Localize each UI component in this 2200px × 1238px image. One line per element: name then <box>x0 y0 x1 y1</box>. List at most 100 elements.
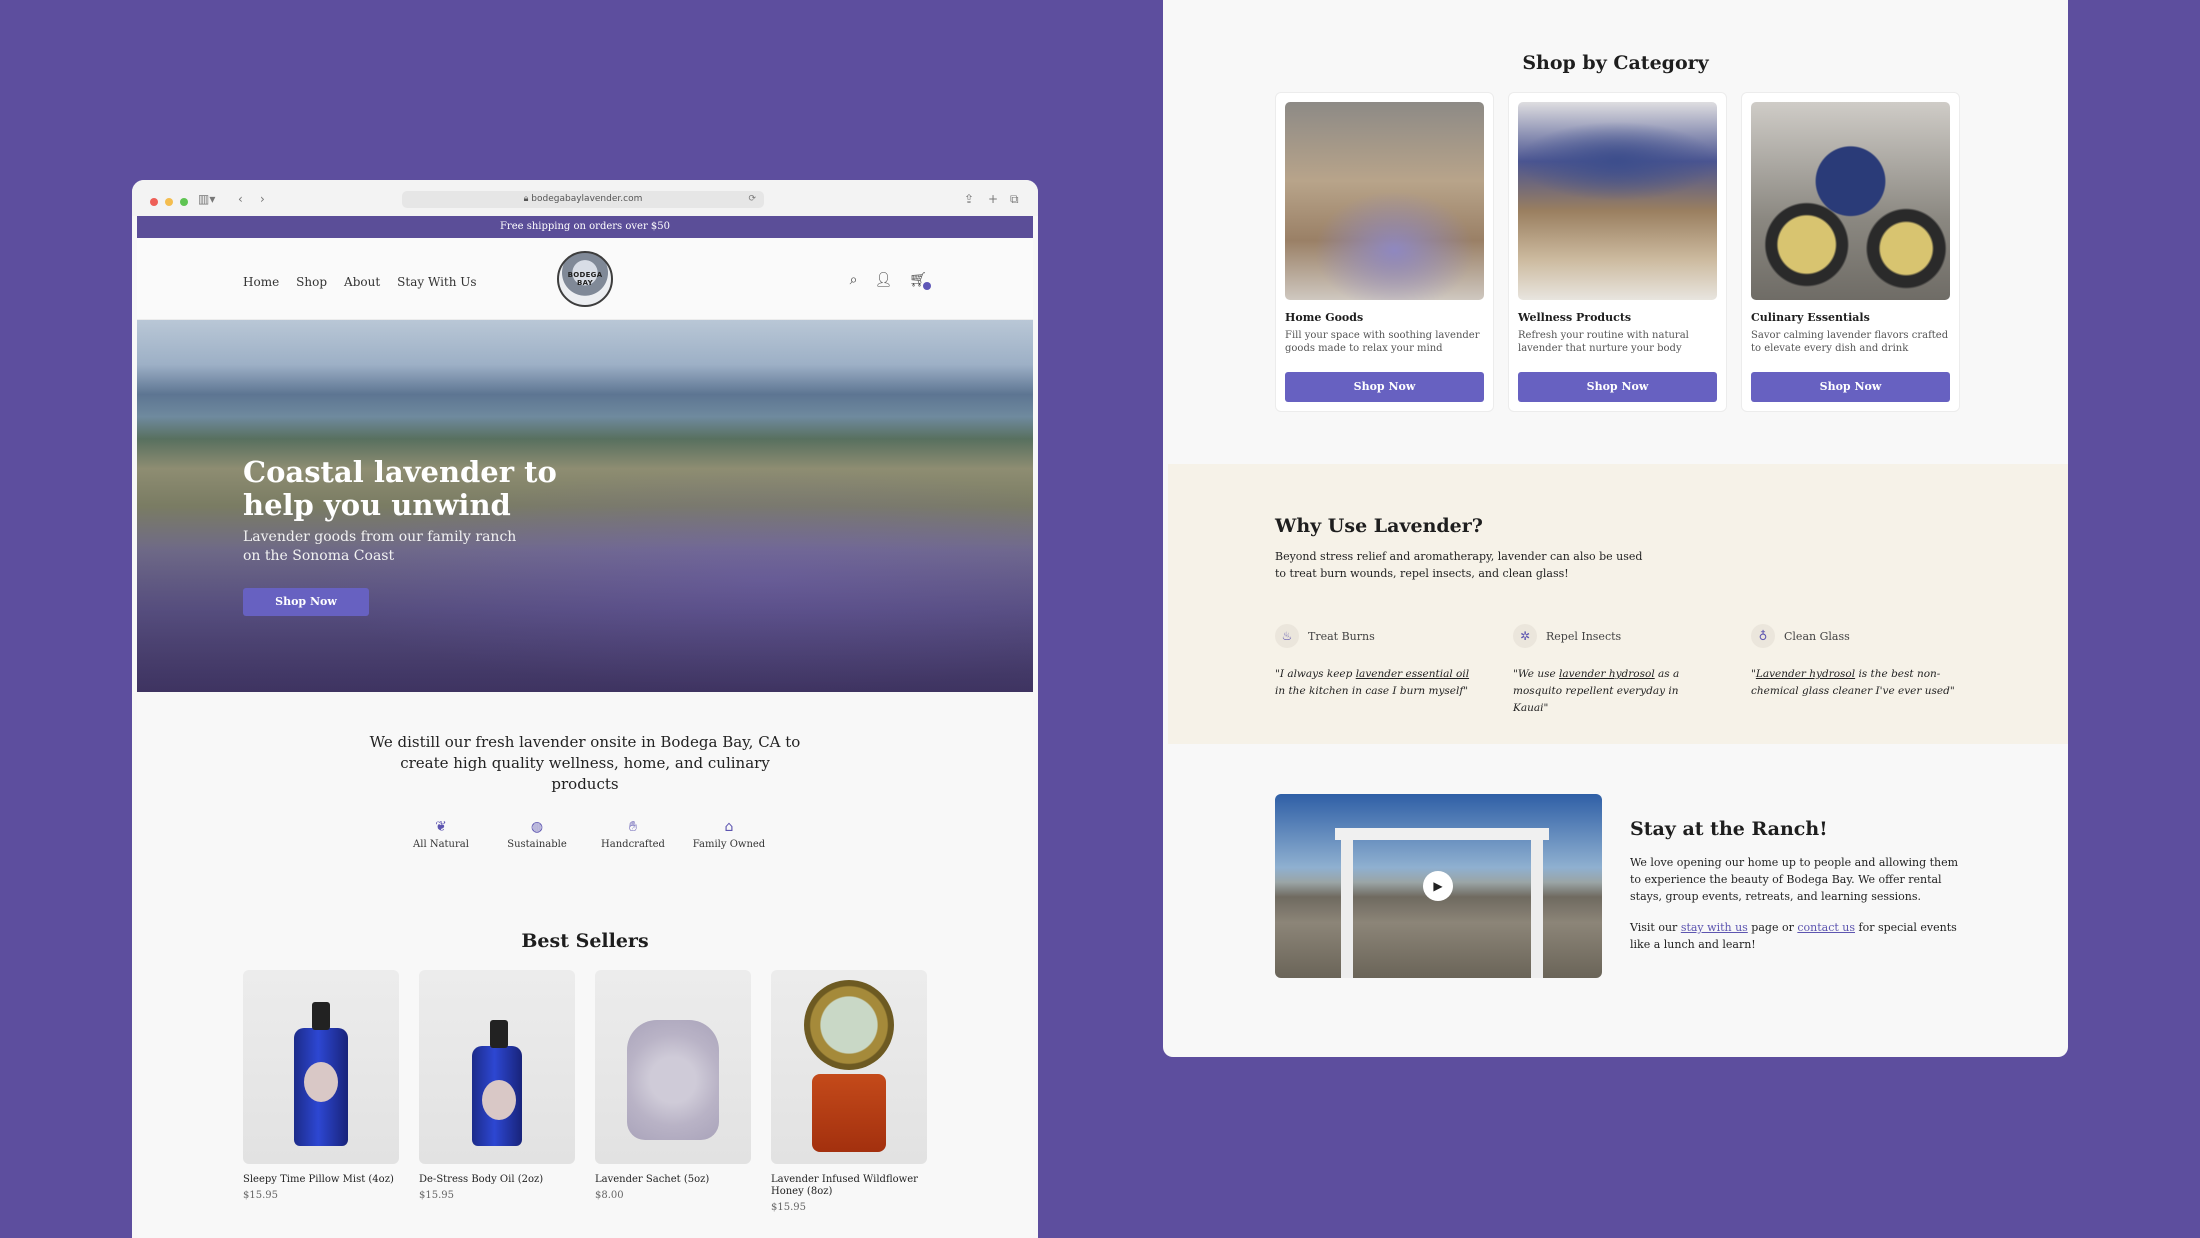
announcement-bar: Free shipping on orders over $50 <box>137 216 1033 238</box>
hero-shop-now-button[interactable]: Shop Now <box>243 588 369 616</box>
nav-link-shop[interactable]: Shop <box>296 275 327 289</box>
category-name: Wellness Products <box>1518 311 1632 324</box>
category-description: Fill your space with soothing lavender g… <box>1285 330 1480 354</box>
reload-icon[interactable]: ⟳ <box>748 191 756 208</box>
zoom-window-button[interactable] <box>180 198 188 206</box>
category-grid: Home Goods Fill your space with soothing… <box>1275 92 1960 412</box>
address-bar[interactable]: 🔒︎ bodegabaylavender.com ⟳ <box>402 191 764 208</box>
use-heading: ♁ Clean Glass <box>1751 624 1955 648</box>
shop-now-button[interactable]: Shop Now <box>1285 372 1484 402</box>
nav-link-about[interactable]: About <box>344 275 380 289</box>
use-quote: "We use lavender hydrosol as a mosquito … <box>1513 666 1717 717</box>
product-name[interactable]: Lavender Infused Wildflower Honey (8oz) <box>771 1174 927 1198</box>
logo-text: BODEGA BAY <box>567 271 603 287</box>
video-thumbnail <box>1335 828 1549 978</box>
shop-now-button[interactable]: Shop Now <box>1518 372 1717 402</box>
contact-us-link[interactable]: contact us <box>1797 921 1855 934</box>
back-icon[interactable]: ‹ <box>238 192 243 206</box>
feature-item: ✋︎ Handcrafted <box>601 817 665 850</box>
product-image[interactable] <box>595 970 751 1164</box>
category-name: Culinary Essentials <box>1751 311 1870 324</box>
feature-item: ❦ All Natural <box>413 817 469 850</box>
ranch-video[interactable]: ▶ <box>1275 794 1602 978</box>
product-card[interactable]: Sleepy Time Pillow Mist (4oz) $15.95 <box>243 970 399 1213</box>
feature-label: All Natural <box>413 839 469 850</box>
category-image[interactable] <box>1518 102 1717 300</box>
feature-item: ⌂ Family Owned <box>693 817 765 850</box>
product-name[interactable]: Lavender Sachet (5oz) <box>595 1174 751 1186</box>
leaf-icon: ❦ <box>435 819 447 835</box>
feature-item: ◍ Sustainable <box>507 817 567 850</box>
minimize-window-button[interactable] <box>165 198 173 206</box>
feature-list: ❦ All Natural ◍ Sustainable ✋︎ Handcraft… <box>137 817 1033 850</box>
feature-label: Family Owned <box>692 839 766 850</box>
account-icon[interactable]: 👤︎ <box>874 272 892 288</box>
url-text: bodegabaylavender.com <box>531 194 643 204</box>
shop-now-button[interactable]: Shop Now <box>1751 372 1950 402</box>
sidebar-toggle-icon[interactable]: ▥▾ <box>198 192 215 206</box>
category-image[interactable] <box>1285 102 1484 300</box>
hero-subtitle: Lavender goods from our family ranch on … <box>243 529 517 564</box>
house-icon: ⌂ <box>724 819 734 835</box>
bug-icon: ✲ <box>1513 624 1537 648</box>
product-link[interactable]: lavender essential oil <box>1356 668 1469 680</box>
hero-banner: Coastal lavender to help you unwind Lave… <box>137 320 1033 692</box>
glass-icon: ♁ <box>1751 624 1775 648</box>
nav-link-stay[interactable]: Stay With Us <box>397 275 476 289</box>
shop-by-category-title: Shop by Category <box>1522 52 1709 74</box>
nav-link-home[interactable]: Home <box>243 275 279 289</box>
product-image[interactable] <box>419 970 575 1164</box>
share-icon[interactable]: ⇪ <box>964 192 974 206</box>
quote-text: "I always keep <box>1275 668 1356 680</box>
intro-section: We distill our fresh lavender onsite in … <box>137 732 1033 795</box>
product-price: $15.95 <box>771 1202 806 1213</box>
feature-label: Sustainable <box>507 839 567 850</box>
new-tab-icon[interactable]: + <box>988 192 998 206</box>
tabs-overview-icon[interactable]: ⧉ <box>1010 192 1019 206</box>
forward-icon[interactable]: › <box>260 192 265 206</box>
product-price: $15.95 <box>419 1190 454 1201</box>
close-window-button[interactable] <box>150 198 158 206</box>
use-label: Treat Burns <box>1308 629 1375 643</box>
main-nav: Home Shop About Stay With Us <box>243 275 477 289</box>
site-logo[interactable]: BODEGA BAY <box>557 251 613 307</box>
product-card[interactable]: De-Stress Body Oil (2oz) $15.95 <box>419 970 575 1213</box>
quote-text: "We use <box>1513 668 1560 680</box>
why-lavender-title: Why Use Lavender? <box>1275 515 1483 537</box>
best-sellers-title: Best Sellers <box>521 930 649 952</box>
cart-icon[interactable]: 🛒︎ <box>909 272 931 290</box>
globe-icon: ◍ <box>530 819 544 835</box>
page-section-preview: Shop by Category Home Goods Fill your sp… <box>1163 0 2068 1057</box>
use-quote: "Lavender hydrosol is the best non-chemi… <box>1751 666 1955 700</box>
product-price: $15.95 <box>243 1190 278 1201</box>
why-lavender-lead: Beyond stress relief and aromatherapy, l… <box>1275 550 1643 580</box>
why-lavender-section: Why Use Lavender? Beyond stress relief a… <box>1168 464 2068 744</box>
ranch-description: We love opening our home up to people an… <box>1630 856 1959 903</box>
site-header: Home Shop About Stay With Us BODEGA BAY … <box>137 238 1033 320</box>
ranch-title: Stay at the Ranch! <box>1630 818 1828 840</box>
product-name[interactable]: De-Stress Body Oil (2oz) <box>419 1174 575 1186</box>
category-image[interactable] <box>1751 102 1950 300</box>
quote-text: in the kitchen in case I burn myself" <box>1275 685 1469 697</box>
search-icon[interactable]: ⌕ <box>850 272 858 288</box>
use-item-glass: ♁ Clean Glass "Lavender hydrosol is the … <box>1751 624 1955 717</box>
lavender-uses: ♨ Treat Burns "I always keep lavender es… <box>1275 624 1955 717</box>
product-card[interactable]: Lavender Infused Wildflower Honey (8oz) … <box>771 970 927 1213</box>
text: Visit our <box>1630 921 1681 934</box>
product-image[interactable] <box>771 970 927 1164</box>
product-card[interactable]: Lavender Sachet (5oz) $8.00 <box>595 970 751 1213</box>
product-name[interactable]: Sleepy Time Pillow Mist (4oz) <box>243 1174 399 1186</box>
product-link[interactable]: Lavender hydrosol <box>1756 668 1855 680</box>
product-price: $8.00 <box>595 1190 624 1201</box>
header-icons: ⌕ 👤︎ 🛒︎ <box>850 272 931 290</box>
use-item-burns: ♨ Treat Burns "I always keep lavender es… <box>1275 624 1479 717</box>
product-link[interactable]: lavender hydrosol <box>1559 668 1655 680</box>
stay-with-us-link[interactable]: stay with us <box>1681 921 1748 934</box>
use-heading: ✲ Repel Insects <box>1513 624 1717 648</box>
flame-icon: ♨ <box>1275 624 1299 648</box>
product-image[interactable] <box>243 970 399 1164</box>
use-label: Clean Glass <box>1784 629 1850 643</box>
play-icon[interactable]: ▶ <box>1423 871 1453 901</box>
stay-at-ranch-section: Stay at the Ranch! We love opening our h… <box>1630 818 1970 953</box>
category-card-wellness: Wellness Products Refresh your routine w… <box>1508 92 1727 412</box>
